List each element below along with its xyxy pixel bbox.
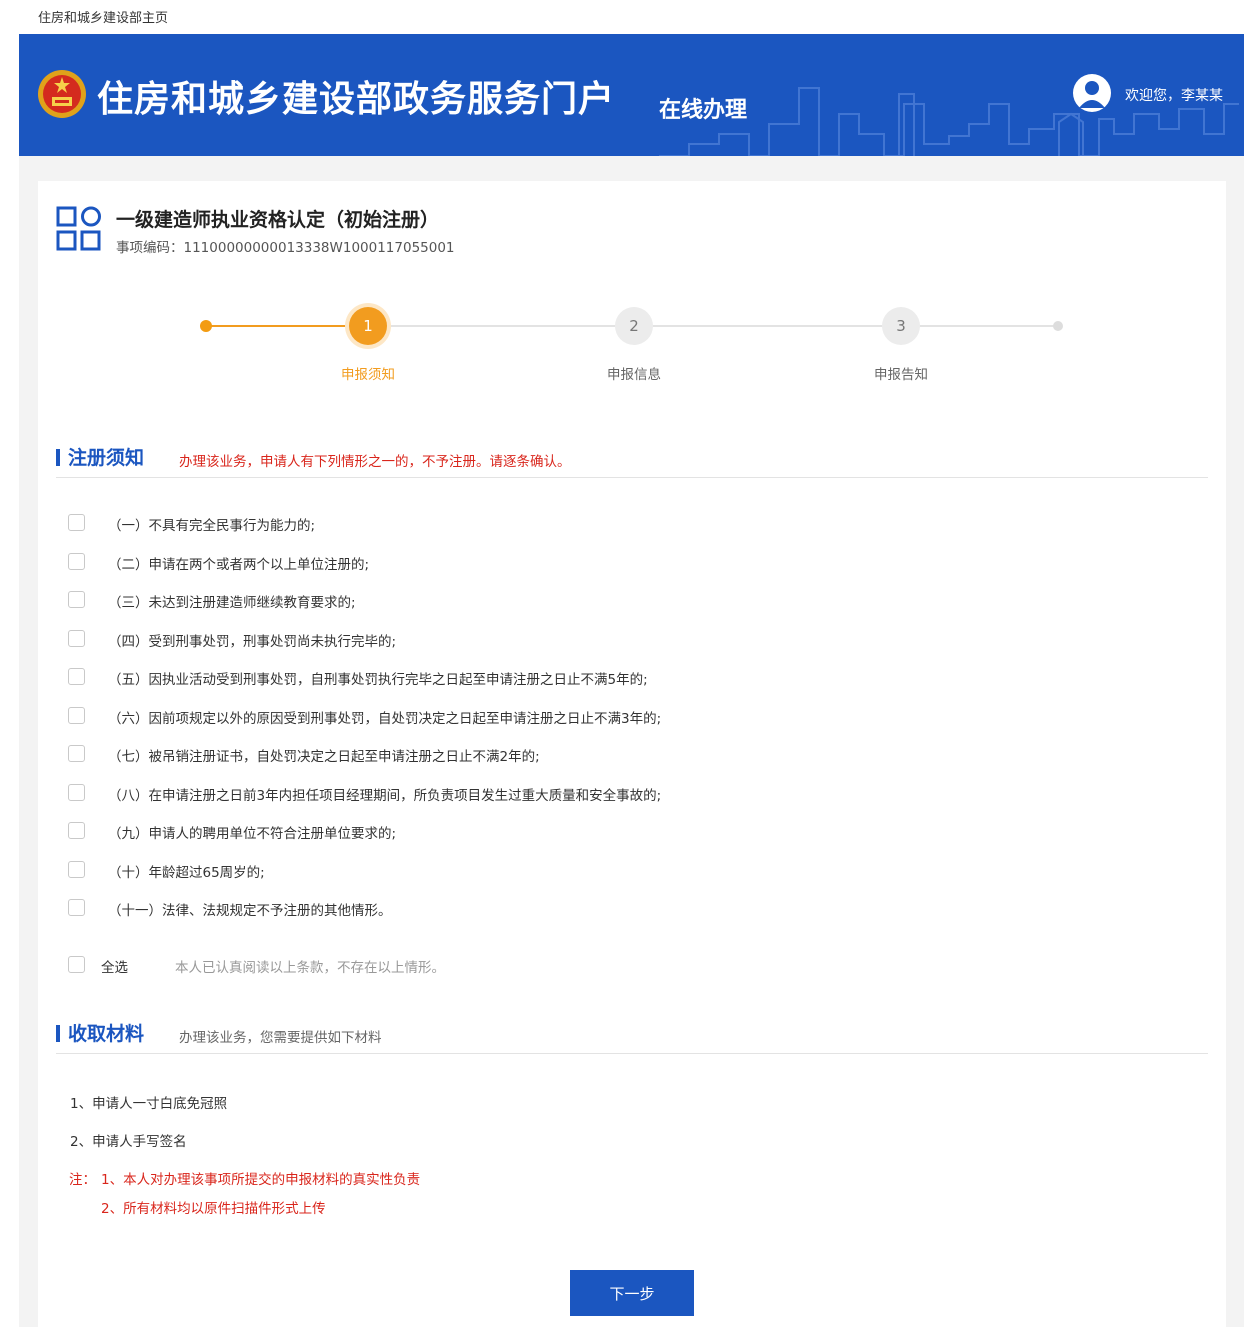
note-line: 1、本人对办理该事项所提交的申报材料的真实性负责 [101, 1172, 421, 1188]
condition-checkbox[interactable] [68, 784, 85, 801]
condition-checkbox[interactable] [68, 861, 85, 878]
condition-item[interactable]: （十）年龄超过65周岁的; [68, 859, 968, 883]
main-card: 一级建造师执业资格认定（初始注册） 事项编码：11100000000013338… [38, 181, 1226, 1327]
condition-checkbox[interactable] [68, 899, 85, 916]
materials-title: 收取材料 [68, 1023, 145, 1045]
progress-steps: 1 申报须知 2 申报信息 3 申报告知 [38, 181, 1226, 401]
condition-checkbox[interactable] [68, 630, 85, 647]
condition-checkbox[interactable] [68, 822, 85, 839]
step-3-label: 申报告知 [874, 367, 928, 383]
next-step-button[interactable]: 下一步 [570, 1270, 694, 1316]
condition-item[interactable]: （十一）法律、法规规定不予注册的其他情形。 [68, 897, 968, 921]
step-3-circle: 3 [882, 307, 920, 345]
condition-checkbox[interactable] [68, 745, 85, 762]
condition-item[interactable]: （四）受到刑事处罚，刑事处罚尚未执行完毕的; [68, 628, 968, 652]
step-start-dot [200, 320, 212, 332]
step-end-dot [1053, 321, 1063, 331]
note-prefix: 注： [69, 1172, 96, 1188]
welcome-text: 欢迎您，李某某 [1125, 88, 1223, 104]
condition-checkbox[interactable] [68, 707, 85, 724]
condition-item[interactable]: （八）在申请注册之日前3年内担任项目经理期间，所负责项目发生过重大质量和安全事故… [68, 782, 968, 806]
condition-text: （三）未达到注册建造师继续教育要求的; [108, 595, 356, 611]
condition-text: （六）因前项规定以外的原因受到刑事处罚，自处罚决定之日起至申请注册之日止不满3年… [108, 711, 662, 727]
condition-checkbox[interactable] [68, 591, 85, 608]
note-line: 2、所有材料均以原件扫描件形式上传 [101, 1201, 326, 1217]
section-marker [56, 449, 60, 466]
user-icon [1079, 81, 1105, 108]
condition-text: （二）申请在两个或者两个以上单位注册的; [108, 557, 370, 573]
condition-text: （十）年龄超过65周岁的; [108, 865, 265, 881]
material-item: 2、申请人手写签名 [70, 1134, 187, 1150]
ministry-home-link[interactable]: 住房和城乡建设部主页 [38, 7, 168, 26]
portal-title: 住房和城乡建设部政务服务门户 [97, 79, 616, 120]
notice-title: 注册须知 [68, 447, 145, 469]
step-1-label: 申报须知 [341, 367, 395, 383]
condition-checkbox[interactable] [68, 668, 85, 685]
select-all-hint: 本人已认真阅读以上条款，不存在以上情形。 [175, 960, 445, 976]
notice-warning: 办理该业务，申请人有下列情形之一的，不予注册。请逐条确认。 [179, 454, 571, 470]
condition-item[interactable]: （二）申请在两个或者两个以上单位注册的; [68, 551, 968, 575]
condition-item[interactable]: （七）被吊销注册证书，自处罚决定之日起至申请注册之日止不满2年的; [68, 743, 968, 767]
step-1-circle: 1 [349, 307, 387, 345]
materials-section-header: 收取材料 办理该业务，您需要提供如下材料 [56, 1017, 1208, 1054]
select-all-label: 全选 [101, 960, 128, 976]
material-item: 1、申请人一寸白底免冠照 [70, 1096, 228, 1112]
condition-item[interactable]: （三）未达到注册建造师继续教育要求的; [68, 589, 968, 613]
notice-section-header: 注册须知 办理该业务，申请人有下列情形之一的，不予注册。请逐条确认。 [56, 441, 1208, 478]
condition-text: （七）被吊销注册证书，自处罚决定之日起至申请注册之日止不满2年的; [108, 749, 540, 765]
condition-item[interactable]: （六）因前项规定以外的原因受到刑事处罚，自处罚决定之日起至申请注册之日止不满3年… [68, 705, 968, 729]
header-banner: 住房和城乡建设部政务服务门户 在线办理 欢迎您，李某某 [19, 34, 1244, 156]
condition-checkbox[interactable] [68, 553, 85, 570]
top-bar: 住房和城乡建设部主页 [0, 0, 1260, 34]
condition-text: （九）申请人的聘用单位不符合注册单位要求的; [108, 826, 397, 842]
select-all-row[interactable]: 全选 本人已认真阅读以上条款，不存在以上情形。 [68, 954, 968, 978]
national-emblem-icon [38, 70, 86, 118]
condition-item[interactable]: （一）不具有完全民事行为能力的; [68, 512, 968, 536]
condition-checkbox[interactable] [68, 514, 85, 531]
condition-text: （八）在申请注册之日前3年内担任项目经理期间，所负责项目发生过重大质量和安全事故… [108, 788, 662, 804]
condition-text: （一）不具有完全民事行为能力的; [108, 518, 316, 534]
select-all-checkbox[interactable] [68, 956, 85, 973]
step-2-label: 申报信息 [607, 367, 661, 383]
condition-text: （十一）法律、法规规定不予注册的其他情形。 [108, 903, 392, 919]
condition-item[interactable]: （五）因执业活动受到刑事处罚，自刑事处罚执行完毕之日起至申请注册之日止不满5年的… [68, 666, 968, 690]
section-marker [56, 1025, 60, 1042]
condition-item[interactable]: （九）申请人的聘用单位不符合注册单位要求的; [68, 820, 968, 844]
user-avatar[interactable] [1073, 74, 1111, 112]
step-line-pending [387, 325, 1057, 327]
condition-text: （四）受到刑事处罚，刑事处罚尚未执行完毕的; [108, 634, 397, 650]
materials-subtitle: 办理该业务，您需要提供如下材料 [179, 1030, 382, 1046]
step-line-done [206, 325, 349, 327]
condition-text: （五）因执业活动受到刑事处罚，自刑事处罚执行完毕之日起至申请注册之日止不满5年的… [108, 672, 648, 688]
step-2-circle: 2 [615, 307, 653, 345]
